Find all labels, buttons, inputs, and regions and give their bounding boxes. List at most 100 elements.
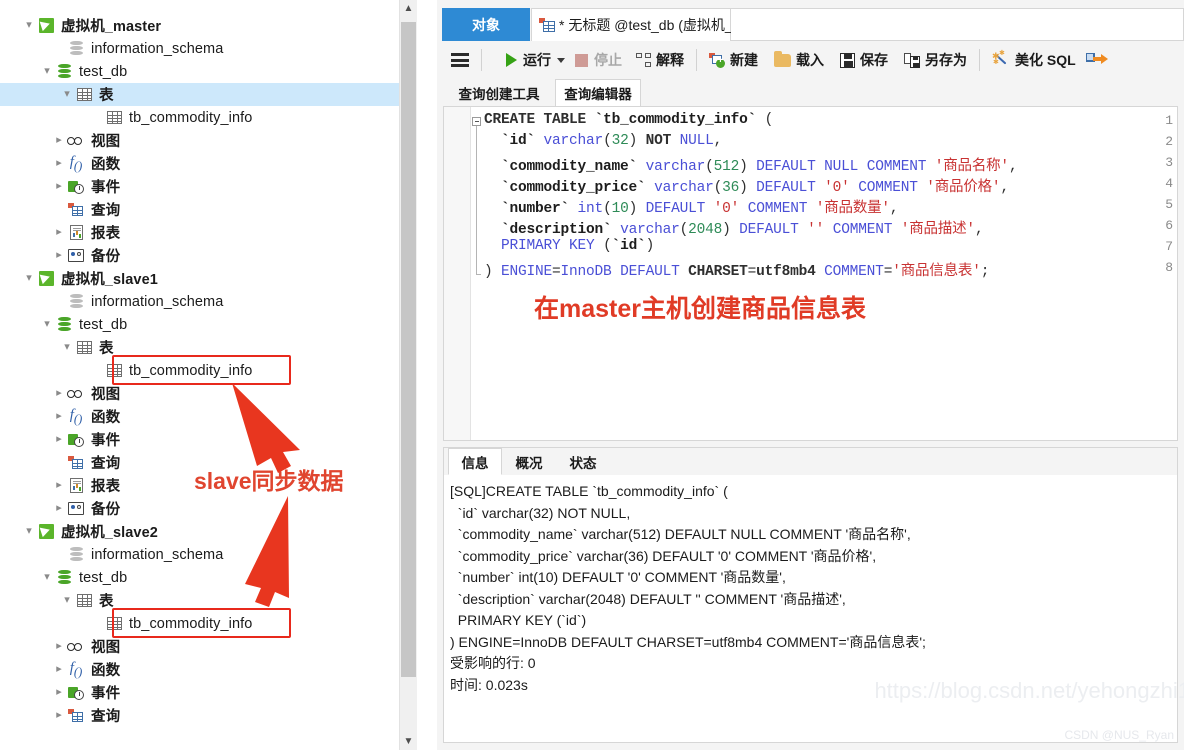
tab-objects[interactable]: 对象 bbox=[442, 8, 530, 41]
tree-node-queries-slave2[interactable]: ▸ 查询 bbox=[0, 704, 417, 727]
tab-results-info[interactable]: 信息 bbox=[448, 448, 502, 475]
tree-node-testdb-slave1[interactable]: ▾ test_db bbox=[0, 313, 417, 336]
tree-node-tables-master[interactable]: ▾ 表 bbox=[0, 83, 417, 106]
tree-node-label: information_schema bbox=[91, 293, 224, 310]
tree-node-label: 视图 bbox=[91, 640, 121, 656]
table-icon bbox=[106, 364, 122, 377]
result-line: `number` int(10) DEFAULT '0' COMMENT '商品… bbox=[450, 569, 786, 585]
tree-node-events-master[interactable]: ▸ 事件 bbox=[0, 175, 417, 198]
tree-node-label: 表 bbox=[99, 341, 114, 357]
chevron-down-icon[interactable]: ▾ bbox=[40, 566, 54, 589]
tree-node-views-slave2[interactable]: ▸ 视图 bbox=[0, 635, 417, 658]
chevron-right-icon[interactable]: ▸ bbox=[52, 152, 66, 175]
tree-node-testdb-slave2[interactable]: ▾ test_db bbox=[0, 566, 417, 589]
tree-node-functions-slave2[interactable]: ▸ f() 函数 bbox=[0, 658, 417, 681]
save-as-button[interactable]: 另存为 bbox=[899, 41, 972, 79]
chevron-right-icon[interactable]: ▸ bbox=[52, 474, 66, 497]
run-button[interactable]: 运行 bbox=[501, 41, 570, 79]
tree-node-information-schema-slave2[interactable]: information_schema bbox=[0, 543, 417, 566]
result-line: `id` varchar(32) NOT NULL, bbox=[450, 504, 631, 521]
chevron-down-icon[interactable]: ▾ bbox=[60, 336, 74, 359]
beautify-sql-button[interactable]: ✱ ✱ ✱ 美化 SQL bbox=[987, 41, 1081, 79]
chevron-right-icon[interactable]: ▸ bbox=[52, 428, 66, 451]
tree-node-connection-slave1[interactable]: ▾ 虚拟机_slave1 bbox=[0, 267, 417, 290]
chevron-down-icon[interactable]: ▾ bbox=[22, 267, 36, 290]
new-button[interactable]: 新建 bbox=[704, 41, 763, 79]
tree-node-connection-master[interactable]: ▾ 虚拟机_master bbox=[0, 14, 417, 37]
results-panel: 信息 概况 状态 [SQL]CREATE TABLE `tb_commodity… bbox=[443, 447, 1178, 743]
tree-node-tables-slave2[interactable]: ▾ 表 bbox=[0, 589, 417, 612]
tree-node-functions-master[interactable]: ▸ f() 函数 bbox=[0, 152, 417, 175]
chevron-down-icon[interactable] bbox=[557, 57, 565, 63]
tree-node-backups-slave1[interactable]: ▸ 备份 bbox=[0, 497, 417, 520]
tree-node-label: 事件 bbox=[91, 180, 121, 196]
fold-guide-line bbox=[476, 126, 477, 274]
save-button[interactable]: 保存 bbox=[835, 41, 893, 79]
sql-editor[interactable]: 1 2 3 4 5 6 7 8 CREATE TABLE `tb_commodity_info… bbox=[443, 106, 1178, 441]
object-tree-sidebar[interactable]: ▾ 虚拟机_master information_schema ▾ test_db ▾ 表 t… bbox=[0, 0, 417, 750]
explain-button[interactable]: 解释 bbox=[631, 41, 689, 79]
code-line-3: `commodity_name` varchar(512) DEFAULT NU… bbox=[501, 159, 1018, 175]
tree-node-queries-master[interactable]: 查询 bbox=[0, 198, 417, 221]
tree-node-table-tb-commodity-info-slave1[interactable]: tb_commodity_info bbox=[0, 359, 417, 382]
transfer-button[interactable] bbox=[1081, 41, 1108, 79]
chevron-down-icon[interactable]: ▾ bbox=[22, 14, 36, 37]
tree-node-reports-master[interactable]: ▸ 报表 bbox=[0, 221, 417, 244]
chevron-down-icon[interactable]: ▾ bbox=[60, 83, 74, 106]
chevron-down-icon[interactable]: ▾ bbox=[22, 520, 36, 543]
backup-icon bbox=[68, 502, 84, 515]
chevron-right-icon[interactable]: ▸ bbox=[52, 658, 66, 681]
tab-query-builder[interactable]: 查询创建工具 bbox=[443, 79, 555, 107]
tree-node-views-master[interactable]: ▸ 视图 bbox=[0, 129, 417, 152]
function-icon: f() bbox=[69, 153, 83, 173]
tree-node-information-schema-slave1[interactable]: information_schema bbox=[0, 290, 417, 313]
annotation-create-table-on-master: 在master主机创建商品信息表 bbox=[534, 295, 866, 323]
tab-query-editor[interactable]: 查询编辑器 bbox=[555, 79, 641, 107]
query-icon bbox=[68, 708, 84, 723]
database-icon bbox=[69, 294, 83, 309]
chevron-right-icon[interactable]: ▸ bbox=[52, 405, 66, 428]
chevron-right-icon[interactable]: ▸ bbox=[52, 497, 66, 520]
chevron-right-icon[interactable]: ▸ bbox=[52, 244, 66, 267]
tree-node-label: 虚拟机_master bbox=[61, 19, 162, 35]
results-output[interactable]: [SQL]CREATE TABLE `tb_commodity_info` ( … bbox=[444, 475, 1177, 742]
load-button[interactable]: 载入 bbox=[769, 41, 829, 79]
top-tab-strip: 对象 * 无标题 @test_db (虚拟机_m... bbox=[437, 8, 1184, 41]
tree-node-information-schema-master[interactable]: information_schema bbox=[0, 37, 417, 60]
tree-node-table-tb-commodity-info-master[interactable]: tb_commodity_info bbox=[0, 106, 417, 129]
tree-node-table-tb-commodity-info-slave2[interactable]: tb_commodity_info bbox=[0, 612, 417, 635]
chevron-right-icon[interactable]: ▸ bbox=[52, 704, 66, 727]
tree-node-events-slave2[interactable]: ▸ 事件 bbox=[0, 681, 417, 704]
chevron-down-icon[interactable]: ▾ bbox=[60, 589, 74, 612]
tree-node-events-slave1[interactable]: ▸ 事件 bbox=[0, 428, 417, 451]
scroll-down-arrow[interactable]: ▼ bbox=[400, 733, 417, 750]
chevron-right-icon[interactable]: ▸ bbox=[52, 382, 66, 405]
line-number: 4 bbox=[1165, 176, 1173, 191]
scrollbar-thumb[interactable] bbox=[401, 22, 416, 677]
chevron-right-icon[interactable]: ▸ bbox=[52, 635, 66, 658]
chevron-right-icon[interactable]: ▸ bbox=[52, 221, 66, 244]
menu-button[interactable] bbox=[437, 41, 474, 79]
sidebar-scrollbar[interactable]: ▲ ▼ bbox=[399, 0, 417, 750]
tab-query-untitled[interactable]: * 无标题 @test_db (虚拟机_m... bbox=[531, 8, 756, 41]
tab-results-status[interactable]: 状态 bbox=[556, 448, 610, 475]
code-line-5: `number` int(10) DEFAULT '0' COMMENT '商品… bbox=[501, 201, 899, 217]
tree-node-testdb-master[interactable]: ▾ test_db bbox=[0, 60, 417, 83]
tab-results-profile[interactable]: 概况 bbox=[502, 448, 556, 475]
tree-node-label: 虚拟机_slave2 bbox=[61, 525, 158, 541]
tree-node-connection-slave2[interactable]: ▾ 虚拟机_slave2 bbox=[0, 520, 417, 543]
tree-node-backups-master[interactable]: ▸ 备份 bbox=[0, 244, 417, 267]
table-icon bbox=[76, 594, 92, 607]
editor-gutter bbox=[444, 107, 471, 440]
chevron-right-icon[interactable]: ▸ bbox=[52, 129, 66, 152]
scroll-up-arrow[interactable]: ▲ bbox=[400, 0, 417, 17]
function-icon: f() bbox=[69, 659, 83, 679]
tree-node-functions-slave1[interactable]: ▸ f() 函数 bbox=[0, 405, 417, 428]
chevron-down-icon[interactable]: ▾ bbox=[40, 60, 54, 83]
fold-toggle-icon[interactable] bbox=[472, 117, 481, 126]
tree-node-tables-slave1[interactable]: ▾ 表 bbox=[0, 336, 417, 359]
chevron-right-icon[interactable]: ▸ bbox=[52, 681, 66, 704]
chevron-right-icon[interactable]: ▸ bbox=[52, 175, 66, 198]
tree-node-views-slave1[interactable]: ▸ 视图 bbox=[0, 382, 417, 405]
chevron-down-icon[interactable]: ▾ bbox=[40, 313, 54, 336]
